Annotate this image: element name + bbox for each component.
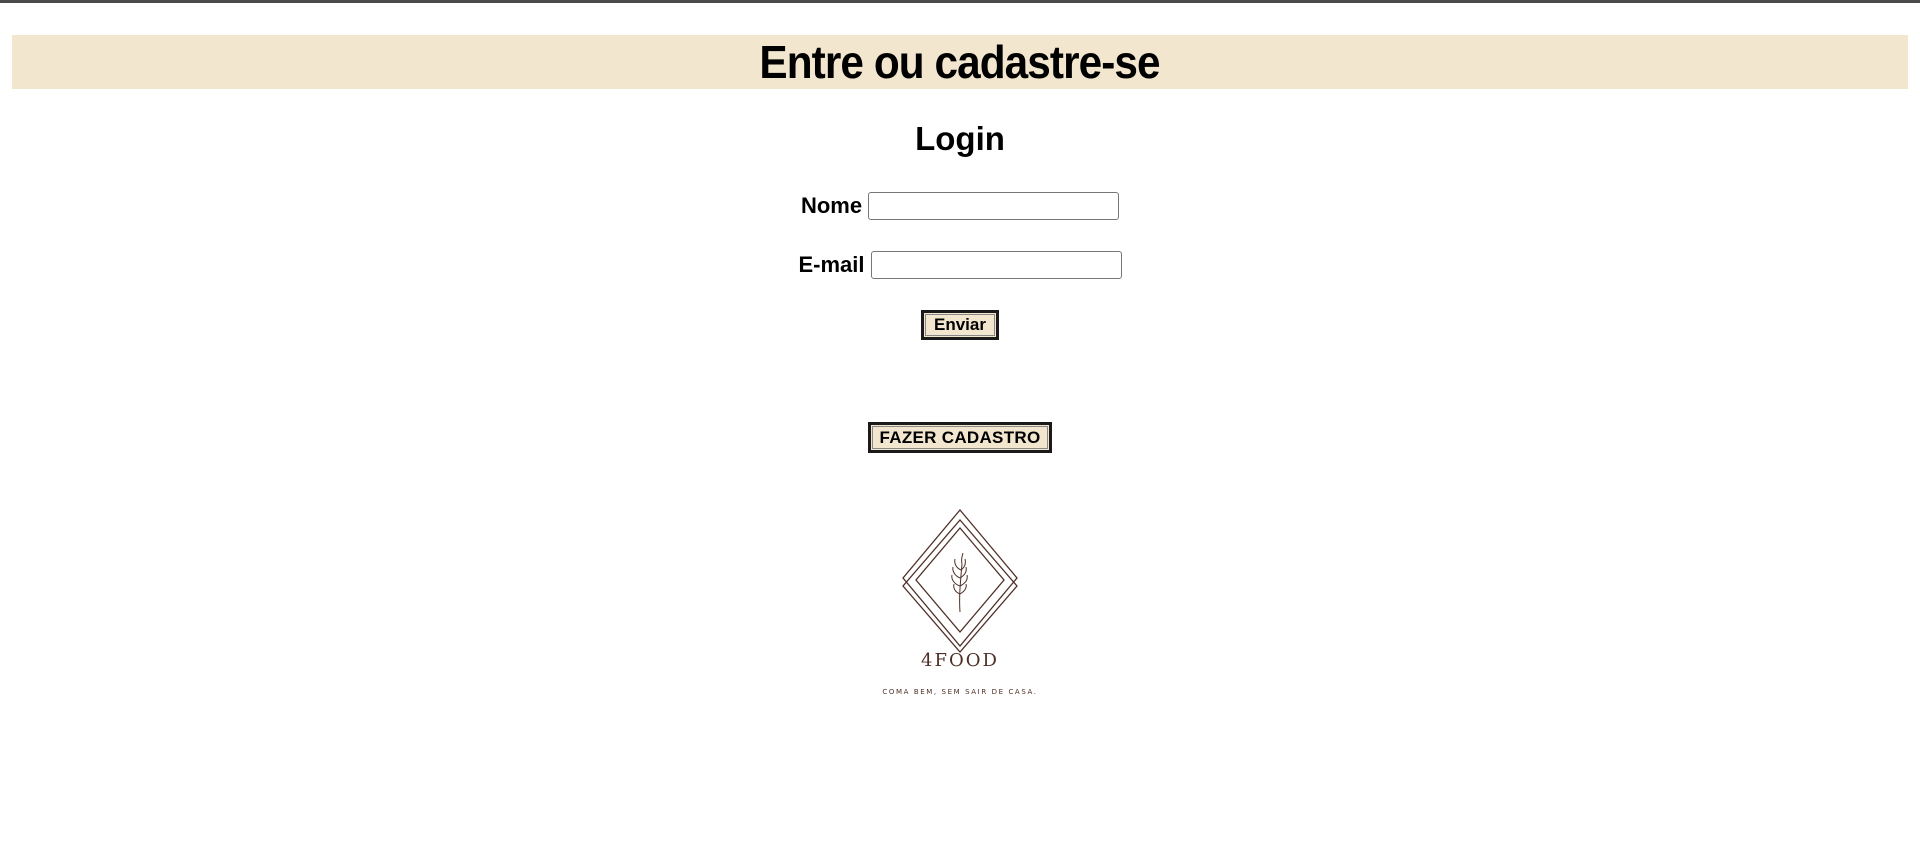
nome-row: Nome: [0, 192, 1920, 220]
signup-row: FAZER CADASTRO: [0, 422, 1920, 453]
login-heading: Login: [915, 120, 1005, 157]
page-title: Entre ou cadastre-se: [759, 36, 1161, 88]
nome-label: Nome: [800, 193, 863, 218]
submit-row: Enviar: [0, 310, 1920, 340]
header-banner: Entre ou cadastre-se: [12, 35, 1908, 89]
enviar-button[interactable]: Enviar: [921, 310, 999, 340]
wheat-sprig-diamond-logo-icon: [902, 508, 1018, 653]
brand-name: 4FOOD: [921, 650, 999, 671]
fazer-cadastro-button[interactable]: FAZER CADASTRO: [868, 422, 1052, 453]
email-row: E-mail: [0, 251, 1920, 279]
brand-tagline: COMA BEM, SEM SAIR DE CASA.: [882, 688, 1038, 696]
page: Entre ou cadastre-se Login Nome E-mail E…: [0, 0, 1920, 853]
top-divider: [0, 0, 1920, 3]
nome-field[interactable]: [868, 192, 1120, 220]
email-field[interactable]: [870, 251, 1122, 279]
email-label: E-mail: [798, 252, 865, 277]
